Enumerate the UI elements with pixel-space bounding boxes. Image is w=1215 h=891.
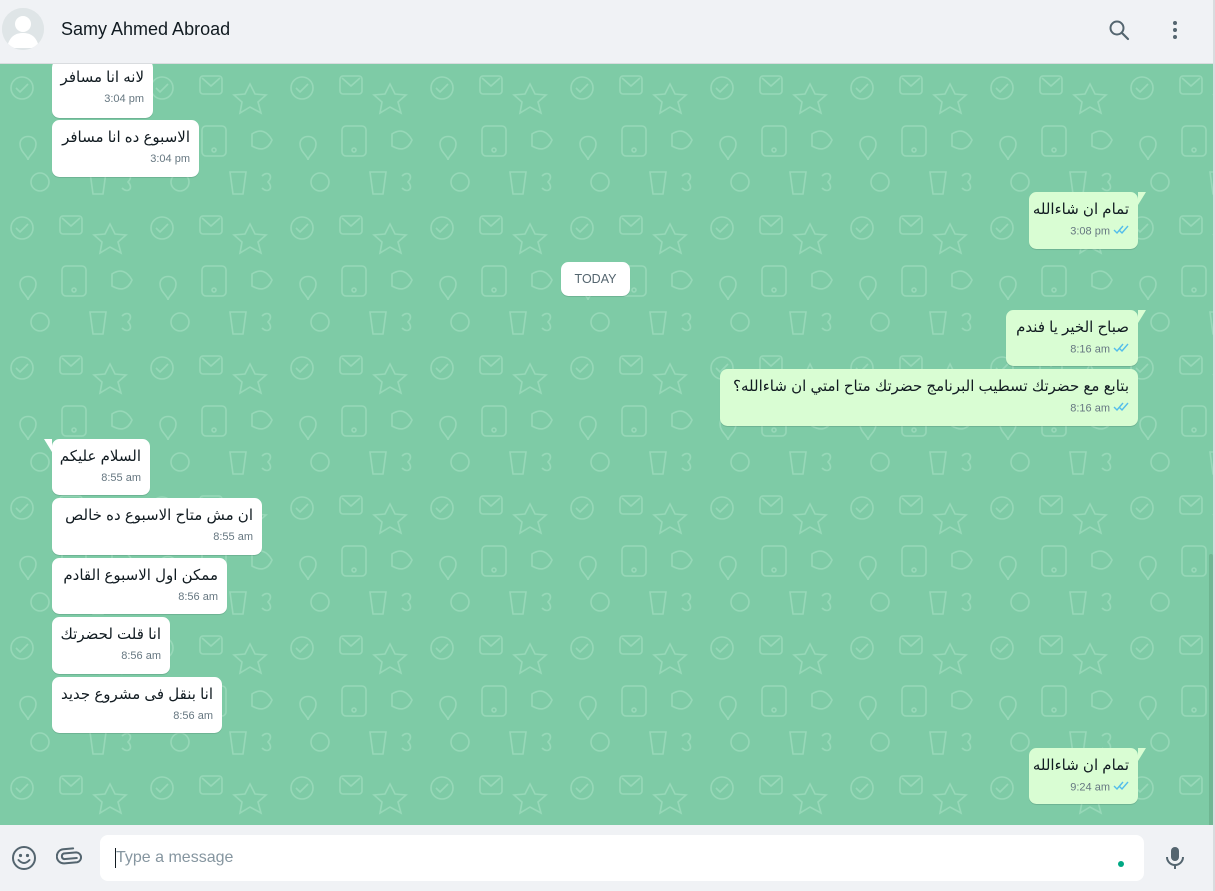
- message-text: تمام ان شاءالله: [1032, 757, 1129, 774]
- message-time: 9:24 am: [1070, 781, 1110, 794]
- double-check-icon: [1113, 401, 1129, 416]
- message-text: صباح الخير يا فندم: [1016, 319, 1129, 336]
- text-caret: [115, 848, 116, 868]
- status-dot-icon: [1118, 861, 1124, 867]
- message-incoming[interactable]: ان مش متاح الاسبوع ده خالص 8:55 am: [52, 498, 262, 555]
- chat-area[interactable]: لانه انا مسافر 3:04 pm الاسبوع ده انا مس…: [0, 64, 1213, 825]
- emoji-icon[interactable]: [11, 845, 37, 871]
- bubble-tail: [1138, 310, 1146, 323]
- message-outgoing[interactable]: بتابع مع حضرتك تسطيب البرنامج حضرتك متاح…: [720, 369, 1138, 426]
- chat-header: Samy Ahmed Abroad: [0, 0, 1213, 64]
- message-text: ان مش متاح الاسبوع ده خالص: [65, 507, 253, 524]
- message-time: 8:56 am: [121, 650, 161, 662]
- message-text: السلام عليكم: [59, 448, 141, 465]
- message-time: 8:56 am: [178, 591, 218, 603]
- message-time: 8:55 am: [101, 472, 141, 484]
- message-incoming[interactable]: السلام عليكم 8:55 am: [44, 439, 150, 495]
- message-text: انا قلت لحضرتك: [60, 626, 161, 643]
- message-outgoing[interactable]: تمام ان شاءالله 9:24 am: [1029, 748, 1146, 804]
- message-incoming[interactable]: لانه انا مسافر 3:04 pm: [52, 64, 153, 118]
- message-time: 8:16 am: [1070, 402, 1110, 415]
- double-check-icon: [1113, 224, 1129, 239]
- contact-name[interactable]: Samy Ahmed Abroad: [61, 19, 230, 40]
- message-text: ممكن اول الاسبوع القادم: [63, 567, 218, 584]
- bubble-tail: [44, 439, 52, 452]
- composer: [0, 825, 1213, 891]
- search-icon[interactable]: [1107, 18, 1131, 42]
- message-outgoing[interactable]: تمام ان شاءالله 3:08 pm: [1029, 192, 1146, 249]
- message-time: 8:16 am: [1070, 343, 1110, 356]
- message-text: الاسبوع ده انا مسافر: [62, 129, 190, 146]
- message-input[interactable]: [100, 835, 1144, 881]
- message-time: 3:04 pm: [104, 93, 144, 105]
- message-incoming[interactable]: ممكن اول الاسبوع القادم 8:56 am: [52, 558, 227, 614]
- bubble-tail: [1138, 192, 1146, 205]
- message-outgoing[interactable]: صباح الخير يا فندم 8:16 am: [1006, 310, 1146, 366]
- menu-icon[interactable]: [1163, 18, 1187, 42]
- message-time: 3:08 pm: [1070, 225, 1110, 238]
- mic-icon[interactable]: [1162, 845, 1188, 871]
- avatar-icon[interactable]: [2, 8, 44, 50]
- message-time: 8:55 am: [213, 531, 253, 543]
- message-incoming[interactable]: الاسبوع ده انا مسافر 3:04 pm: [52, 120, 199, 177]
- double-check-icon: [1113, 342, 1129, 357]
- attach-icon[interactable]: [55, 845, 83, 871]
- date-divider: TODAY: [561, 262, 630, 296]
- message-text: تمام ان شاءالله: [1032, 201, 1129, 218]
- message-text: لانه انا مسافر: [60, 69, 144, 86]
- message-time: 3:04 pm: [150, 153, 190, 165]
- message-time: 8:56 am: [173, 710, 213, 722]
- message-incoming[interactable]: انا بنقل فى مشروع جديد 8:56 am: [52, 677, 222, 733]
- message-text: انا بنقل فى مشروع جديد: [61, 686, 213, 703]
- message-incoming[interactable]: انا قلت لحضرتك 8:56 am: [52, 617, 170, 674]
- double-check-icon: [1113, 780, 1129, 795]
- message-text: بتابع مع حضرتك تسطيب البرنامج حضرتك متاح…: [733, 378, 1129, 395]
- bubble-tail: [1138, 748, 1146, 761]
